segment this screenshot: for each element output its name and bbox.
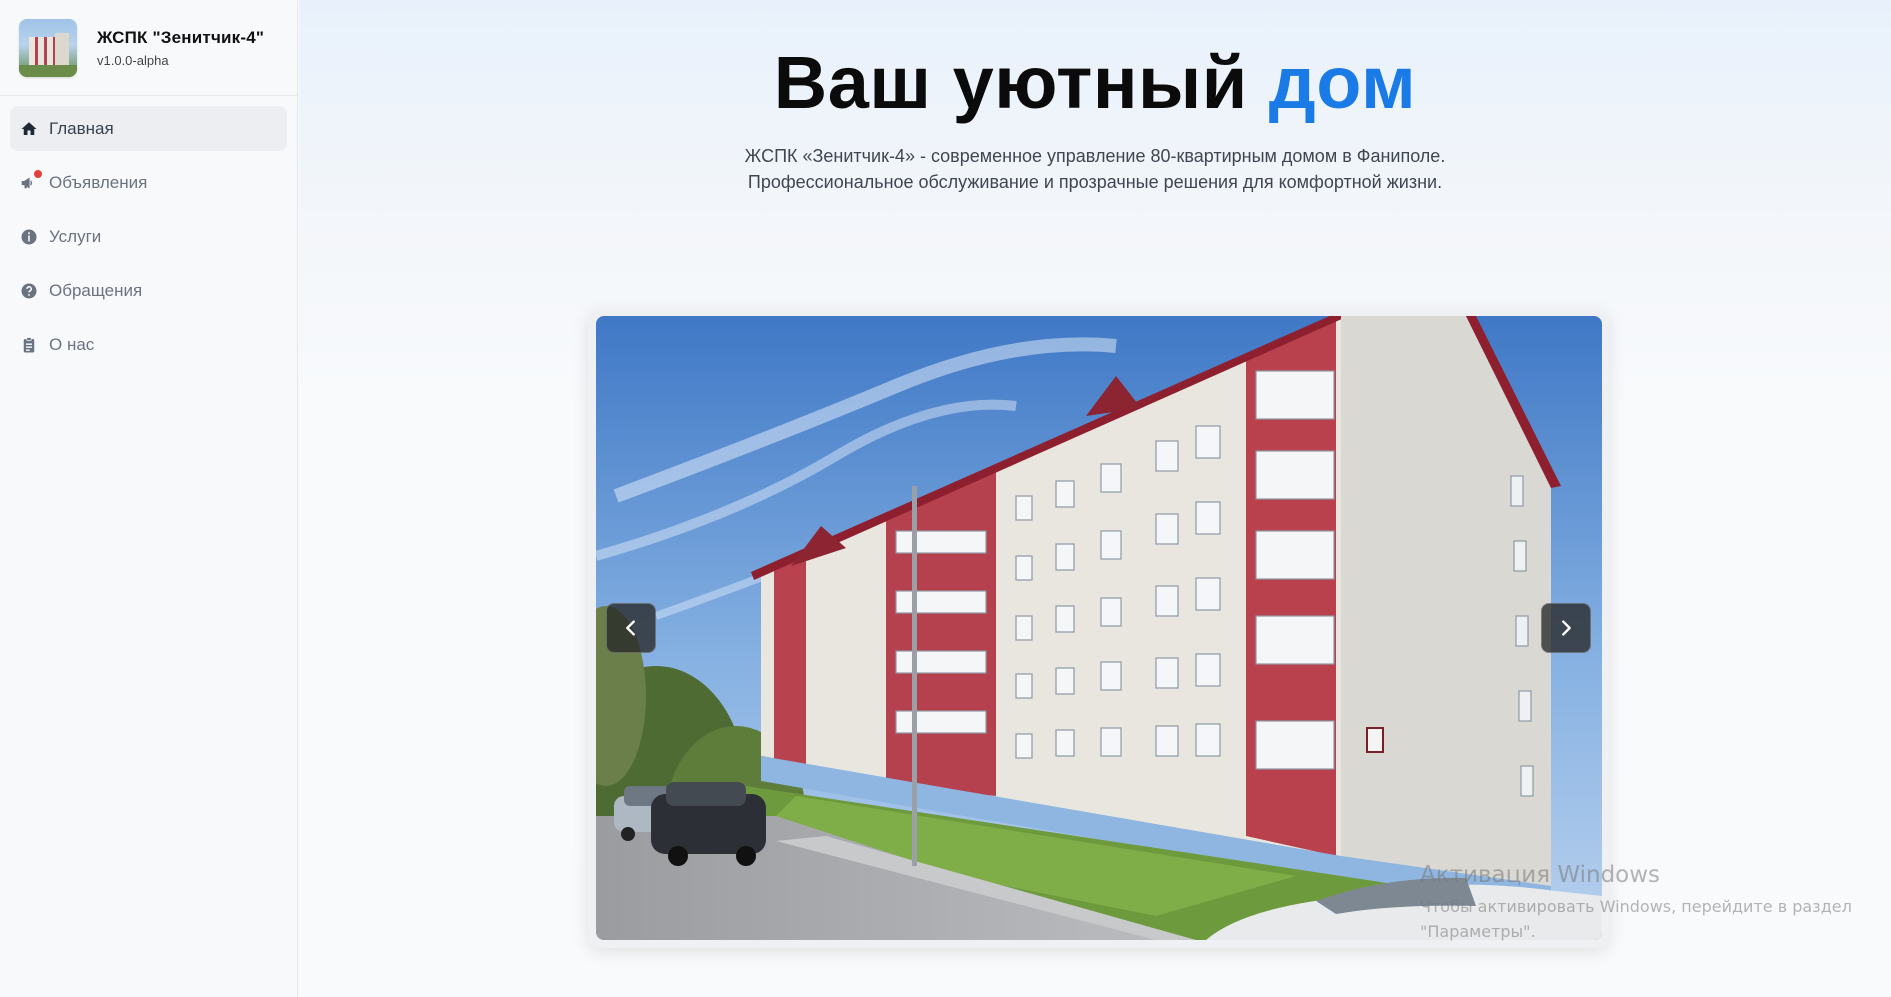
- sidebar-item-services[interactable]: Услуги: [10, 214, 287, 259]
- info-icon: [20, 228, 38, 246]
- brand-header[interactable]: ЖСПК "Зенитчик-4" v1.0.0-alpha: [0, 0, 297, 96]
- question-icon: [20, 282, 38, 300]
- hero-title-main: Ваш уютный: [773, 41, 1248, 124]
- apartment-building-photo: [596, 316, 1602, 940]
- sidebar-item-requests[interactable]: Обращения: [10, 268, 287, 313]
- image-carousel: [588, 310, 1609, 948]
- hero-subtitle-line1: ЖСПК «Зенитчик-4» - современное управлен…: [744, 146, 1446, 166]
- sidebar-item-home[interactable]: Главная: [10, 106, 287, 151]
- hero-title-accent: дом: [1268, 41, 1417, 124]
- megaphone-icon: [20, 169, 42, 192]
- carousel-next-button[interactable]: [1541, 603, 1591, 653]
- chevron-right-icon: [1562, 620, 1571, 636]
- brand-logo: [19, 18, 77, 77]
- app-version: v1.0.0-alpha: [97, 52, 169, 68]
- notification-badge: [34, 169, 42, 178]
- main-content: Ваш уютный дом ЖСПК «Зенитчик-4» - совре…: [299, 0, 1891, 997]
- hero-subtitle: ЖСПК «Зенитчик-4» - современное управлен…: [299, 143, 1891, 195]
- carousel-prev-button[interactable]: [606, 603, 656, 653]
- home-icon: [20, 120, 38, 138]
- hero-subtitle-line2: Профессиональное обслуживание и прозрачн…: [747, 172, 1443, 192]
- sidebar-nav: Главная Объявления Услуги Обращения О на…: [0, 96, 297, 367]
- chevron-left-icon: [626, 620, 635, 636]
- sidebar-item-label: О нас: [49, 334, 95, 354]
- sidebar-item-label: Обращения: [49, 280, 143, 300]
- sidebar-item-label: Услуги: [49, 226, 102, 246]
- sidebar-item-label: Главная: [49, 118, 114, 138]
- hero-title: Ваш уютный дом: [299, 40, 1891, 125]
- sidebar-item-about[interactable]: О нас: [10, 322, 287, 367]
- clipboard-icon: [20, 336, 38, 354]
- brand-title: ЖСПК "Зенитчик-4": [97, 27, 265, 47]
- sidebar-item-label: Объявления: [49, 172, 148, 192]
- sidebar: ЖСПК "Зенитчик-4" v1.0.0-alpha Главная О…: [0, 0, 298, 997]
- sidebar-item-announcements[interactable]: Объявления: [10, 160, 287, 205]
